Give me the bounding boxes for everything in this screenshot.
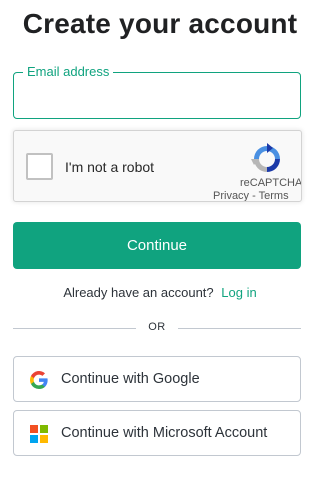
recaptcha-checkbox[interactable]: [26, 153, 53, 180]
login-prompt: Already have an account? Log in: [0, 285, 320, 300]
divider-line-left: [13, 328, 136, 329]
google-icon: [30, 371, 48, 389]
recaptcha-brand: reCAPTCHA: [240, 177, 302, 189]
divider-line-right: [178, 328, 301, 329]
divider-or: OR: [148, 321, 166, 333]
microsoft-icon-blue: [30, 435, 38, 443]
recaptcha-links-separator: -: [252, 190, 256, 202]
continue-button[interactable]: Continue: [13, 222, 301, 269]
microsoft-icon-yellow: [40, 435, 48, 443]
microsoft-icon-red: [30, 425, 38, 433]
continue-with-google-button[interactable]: Continue with Google: [13, 356, 301, 402]
recaptcha-label: I'm not a robot: [65, 159, 155, 175]
email-field-container[interactable]: Email address: [13, 64, 301, 119]
page-title: Create your account: [22, 8, 298, 39]
login-prompt-text: Already have an account?: [63, 285, 214, 300]
recaptcha-logo-icon: [251, 143, 280, 172]
microsoft-icon: [30, 425, 48, 443]
recaptcha-privacy-link[interactable]: Privacy: [213, 190, 249, 201]
recaptcha-widget: I'm not a robot reCAPTCHA Privacy - Term…: [13, 130, 302, 202]
recaptcha-terms-link[interactable]: Terms: [259, 190, 289, 201]
google-button-label: Continue with Google: [61, 371, 200, 387]
email-field[interactable]: [14, 73, 300, 118]
recaptcha-links: Privacy - Terms: [213, 190, 289, 202]
microsoft-button-label: Continue with Microsoft Account: [61, 425, 268, 441]
continue-with-microsoft-button[interactable]: Continue with Microsoft Account: [13, 410, 301, 456]
login-link[interactable]: Log in: [221, 285, 256, 300]
microsoft-icon-green: [40, 425, 48, 433]
